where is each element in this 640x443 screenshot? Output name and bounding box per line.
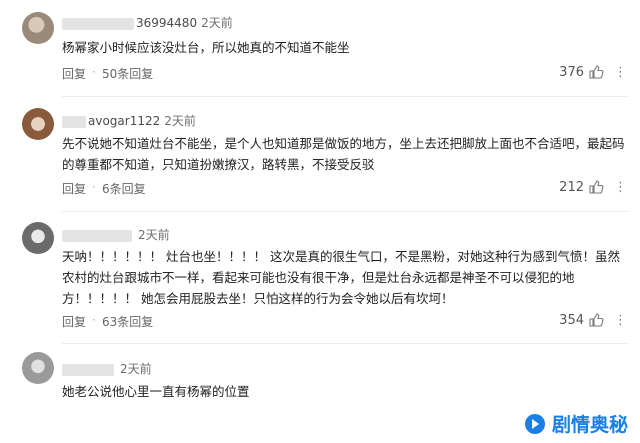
username-redaction (62, 115, 86, 128)
comment-text: 先不说她不知道灶台不能坐，是个人也知道那是做饭的地方，坐上去还把脚放上面也不合适… (62, 136, 625, 172)
replies-link[interactable]: 63条回复 (102, 313, 153, 330)
comment-header: 2天前 (62, 226, 170, 243)
comment-header: 2天前 (62, 360, 152, 377)
reply-button[interactable]: 回复 (62, 65, 86, 82)
divider (62, 343, 628, 344)
more-options-icon[interactable]: ⋮ (614, 65, 628, 80)
comment-text: 她老公说他心里一直有杨幂的位置 (62, 384, 250, 399)
like-count: 354 (559, 312, 584, 328)
comment-actions: 回复 · 50条回复 376 ⋮ (62, 65, 628, 85)
comment-actions: 回复 · 6条回复 212 ⋮ (62, 180, 628, 200)
thumb-up-icon[interactable] (588, 64, 604, 80)
avatar[interactable] (22, 222, 54, 254)
comment-header: 36994480 2天前 (62, 14, 233, 31)
watermark: 剧情奥秘 (524, 410, 628, 437)
divider (62, 211, 628, 212)
divider (62, 96, 628, 97)
thumb-up-icon[interactable] (588, 179, 604, 195)
reply-button[interactable]: 回复 (62, 313, 86, 330)
username[interactable]: 36994480 (136, 16, 197, 30)
avatar[interactable] (22, 352, 54, 384)
thumb-up-icon[interactable] (588, 312, 604, 328)
reply-button[interactable]: 回复 (62, 180, 86, 197)
watermark-text: 剧情奥秘 (551, 414, 628, 436)
username[interactable]: avogar1122 (88, 114, 160, 128)
username-redaction (62, 363, 114, 376)
timestamp: 2天前 (138, 228, 170, 242)
watermark-logo-icon (524, 413, 545, 434)
timestamp: 2天前 (164, 114, 196, 128)
more-options-icon[interactable]: ⋮ (614, 180, 628, 195)
avatar[interactable] (22, 108, 54, 140)
like-count: 212 (559, 179, 584, 195)
separator: · (92, 313, 96, 327)
timestamp: 2天前 (120, 362, 152, 376)
like-count: 376 (559, 64, 584, 80)
separator: · (92, 180, 96, 194)
comment-text: 杨幂家小时候应该没灶台，所以她真的不知道不能坐 (62, 40, 350, 55)
comment-text: 天呐！！！！！！ 灶台也坐！！！！ 这次是真的很生气口，不是黑粉，对她这种行为感… (62, 249, 620, 306)
username-redaction (62, 17, 134, 30)
comment-header: avogar1122 2天前 (62, 112, 196, 129)
more-options-icon[interactable]: ⋮ (614, 313, 628, 328)
username-redaction (62, 229, 132, 242)
separator: · (92, 65, 96, 79)
avatar[interactable] (22, 12, 54, 44)
timestamp: 2天前 (201, 16, 233, 30)
comment-actions: 回复 · 63条回复 354 ⋮ (62, 313, 628, 333)
replies-link[interactable]: 50条回复 (102, 65, 153, 82)
replies-link[interactable]: 6条回复 (102, 180, 146, 197)
